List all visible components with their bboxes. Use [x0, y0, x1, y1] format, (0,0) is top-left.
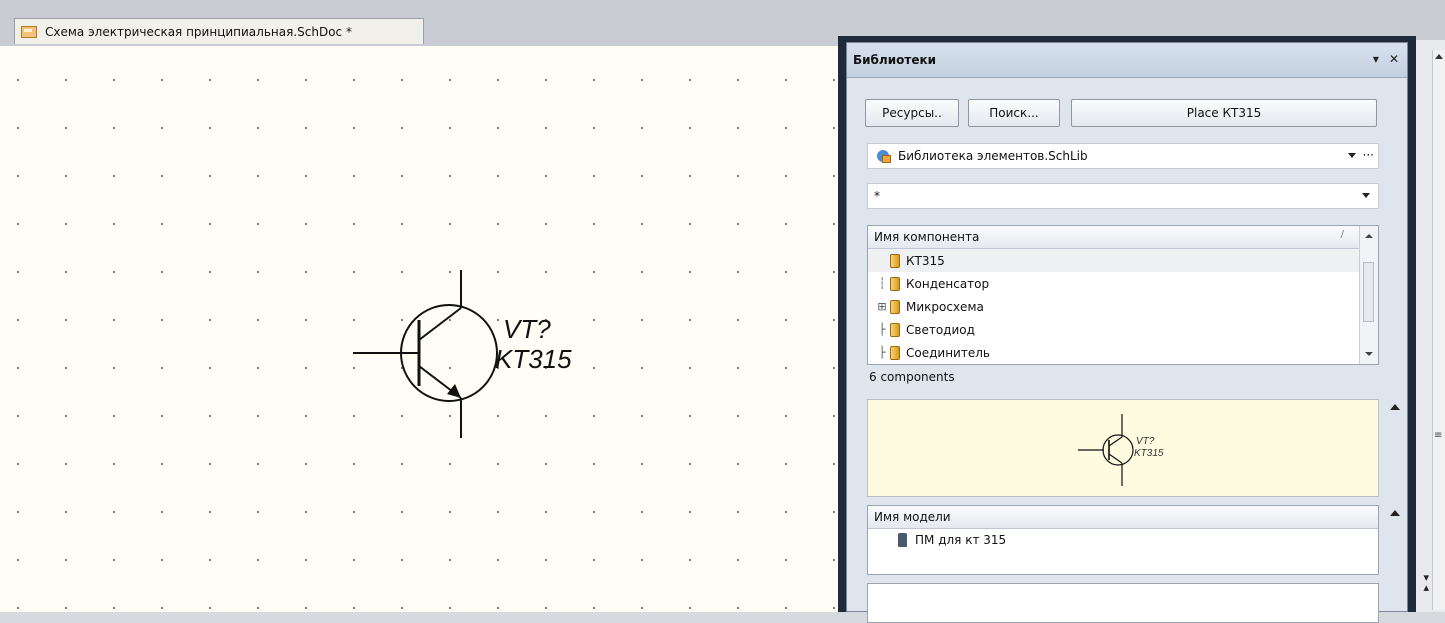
collector-line: [418, 307, 462, 341]
component-name: Соединитель: [906, 345, 990, 360]
panel-menu-icon[interactable]: ▾: [1373, 52, 1379, 66]
component-row[interactable]: КТ315: [868, 249, 1378, 272]
preview-emitter: [1108, 453, 1123, 464]
preview-collector: [1108, 436, 1123, 447]
library-icon: [876, 148, 892, 164]
component-name: Светодиод: [906, 322, 975, 337]
document-tab-title: Схема электрическая принципиальная.SchDo…: [45, 24, 352, 39]
place-component-button[interactable]: Place КТ315: [1071, 99, 1377, 127]
chevron-down-icon[interactable]: [1362, 193, 1370, 198]
splitter-icon[interactable]: ▾ ▴: [1423, 572, 1429, 593]
component-icon: [890, 322, 900, 337]
model-list[interactable]: Имя модели ПМ для кт 315: [867, 505, 1400, 575]
scroll-up-arrow-icon[interactable]: [1365, 234, 1373, 238]
component-row[interactable]: ├ Светодиод: [868, 318, 1378, 341]
model-name-column-header[interactable]: Имя модели: [874, 510, 951, 524]
tree-connector: ┆: [878, 277, 886, 290]
component-list-scrollbar[interactable]: [1359, 226, 1378, 364]
component-row[interactable]: ├ Соединитель: [868, 341, 1378, 364]
component-icon: [890, 299, 900, 314]
tree-connector: ├: [878, 346, 886, 359]
component-list-header[interactable]: Имя компонента /: [868, 226, 1378, 249]
component-filter-input[interactable]: *: [867, 183, 1379, 209]
component-count: 6 components: [869, 370, 955, 384]
scrollbar-thumb[interactable]: [1363, 262, 1374, 322]
emitter-arrow: [447, 384, 461, 398]
preview-designator: VT?: [1136, 436, 1155, 447]
preview-collapse-arrow-icon[interactable]: [1390, 404, 1400, 410]
expand-toggle-icon[interactable]: ⊞: [874, 300, 890, 313]
comment-label[interactable]: KT315: [495, 344, 572, 374]
model-name: ПМ для кт 315: [915, 533, 1007, 547]
tree-connector: ├: [878, 323, 886, 336]
libraries-panel-body: Библиотеки ▾ ✕ Ресурсы.. Поиск... Place …: [846, 42, 1429, 623]
preview-transistor-symbol: VT? KT315: [1078, 414, 1164, 486]
component-name-column-header[interactable]: Имя компонента: [874, 230, 979, 244]
designator-label[interactable]: VT?: [503, 314, 551, 344]
footprint-model-icon: [898, 533, 907, 547]
search-button[interactable]: Поиск...: [968, 99, 1060, 127]
component-icon: [890, 253, 900, 268]
libraries-panel: Библиотеки ▾ ✕ Ресурсы.. Поиск... Place …: [838, 36, 1429, 623]
component-filter-value: *: [874, 189, 880, 203]
scroll-grip-icon: ≡: [1434, 430, 1443, 441]
preview-comment: KT315: [1134, 448, 1164, 459]
component-list[interactable]: Имя компонента / КТ315 ┆ Конденсатор ⊞ М…: [867, 225, 1379, 365]
component-icon: [890, 276, 900, 291]
component-row[interactable]: ⊞ Микросхема: [868, 295, 1378, 318]
library-select[interactable]: Библиотека элементов.SchLib ···: [867, 143, 1379, 169]
component-preview[interactable]: VT? KT315: [867, 399, 1400, 497]
schematic-sheet[interactable]: VT? KT315: [0, 46, 845, 612]
library-select-value: Библиотека элементов.SchLib: [898, 149, 1088, 163]
sheet-vertical-scrollbar[interactable]: [1432, 50, 1445, 610]
panel-close-icon[interactable]: ✕: [1389, 52, 1399, 66]
scroll-down-arrow-icon[interactable]: [1365, 352, 1373, 356]
transistor-symbol[interactable]: VT? KT315: [345, 268, 605, 488]
document-tab[interactable]: Схема электрическая принципиальная.SchDo…: [14, 18, 424, 44]
resources-button[interactable]: Ресурсы..: [865, 99, 959, 127]
libraries-panel-title: Библиотеки: [853, 53, 937, 67]
scroll-up-arrow-icon[interactable]: [1435, 54, 1443, 59]
component-row[interactable]: ┆ Конденсатор: [868, 272, 1378, 295]
sort-indicator-icon: /: [1340, 229, 1344, 240]
model-list-header[interactable]: Имя модели: [868, 506, 1378, 529]
model-row[interactable]: ПМ для кт 315: [868, 529, 1378, 551]
chevron-down-icon[interactable]: [1348, 153, 1356, 158]
model-list-collapse-arrow-icon[interactable]: [1390, 510, 1400, 516]
component-name: Микросхема: [906, 299, 984, 314]
libraries-button-row: Ресурсы.. Поиск... Place КТ315: [865, 99, 1387, 129]
libraries-panel-title-bar[interactable]: Библиотеки ▾ ✕: [847, 43, 1407, 78]
model-details-pane: [867, 583, 1379, 623]
schematic-document-icon: [21, 25, 37, 38]
component-name: Конденсатор: [906, 276, 990, 291]
component-name: КТ315: [906, 253, 945, 268]
library-options-button[interactable]: ···: [1363, 148, 1374, 162]
component-icon: [890, 345, 900, 360]
